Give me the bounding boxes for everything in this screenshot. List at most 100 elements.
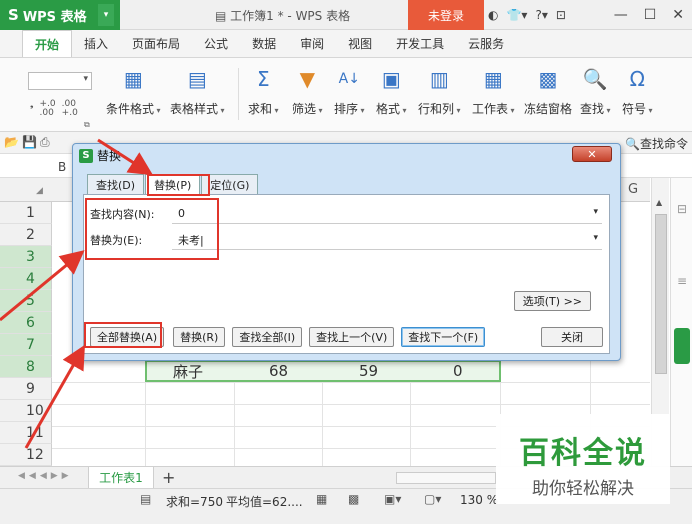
panel-icon[interactable]: ⊟ bbox=[677, 202, 687, 216]
freeze-panes-button[interactable]: ▩ 冻结窗格 bbox=[524, 66, 572, 117]
cell-name[interactable]: 麻子 bbox=[173, 361, 203, 382]
scroll-thumb[interactable] bbox=[655, 214, 667, 374]
row-header[interactable]: 5 bbox=[0, 290, 52, 312]
page-break-view-icon[interactable]: ▩ bbox=[348, 492, 359, 506]
dialog-close-button[interactable]: ✕ bbox=[572, 146, 612, 162]
row-header[interactable]: 7 bbox=[0, 334, 52, 356]
freeze-icon: ▩ bbox=[538, 67, 558, 91]
sort-button[interactable]: A↓ 排序 bbox=[334, 66, 365, 117]
worksheet-button[interactable]: ▦ 工作表 bbox=[472, 66, 515, 117]
panel-icon[interactable]: ≡ bbox=[677, 274, 687, 288]
find-input[interactable]: 0 bbox=[172, 204, 602, 224]
find-previous-button[interactable]: 查找上一个(V) bbox=[309, 327, 395, 347]
cell-value[interactable]: 59 bbox=[359, 362, 378, 380]
macro-icon[interactable]: ▤ bbox=[140, 492, 151, 506]
tab-home[interactable]: 开始 bbox=[22, 30, 73, 57]
sum-icon: Σ bbox=[256, 67, 270, 91]
worksheet-icon: ▦ bbox=[483, 67, 503, 91]
login-button[interactable]: 未登录 bbox=[408, 0, 484, 30]
percent-icon[interactable]: ❟ bbox=[30, 100, 34, 118]
table-style-button[interactable]: ▤ 表格样式 bbox=[170, 66, 225, 117]
tab-goto[interactable]: 定位(G) bbox=[201, 174, 259, 194]
table-style-icon: ▤ bbox=[187, 67, 207, 91]
select-all-icon[interactable]: ◢ bbox=[36, 186, 43, 196]
tab-view[interactable]: 视图 bbox=[336, 30, 384, 57]
row-header[interactable]: 1 bbox=[0, 202, 52, 224]
sheet-nav-icons[interactable]: ◀◀◀▶▶ bbox=[18, 471, 73, 481]
zoom-level[interactable]: 130 % bbox=[460, 493, 498, 507]
row-header[interactable]: 9 bbox=[0, 378, 52, 400]
skin-icon[interactable]: ◐ bbox=[488, 8, 498, 22]
tab-developer[interactable]: 开发工具 bbox=[384, 30, 456, 57]
tab-find[interactable]: 查找(D) bbox=[87, 174, 145, 194]
ribbon-expander-icon[interactable]: ⧉ bbox=[84, 120, 90, 130]
column-g[interactable]: G bbox=[628, 182, 638, 197]
side-panel-bar: ⊟ ≡ bbox=[670, 178, 692, 466]
find-button[interactable]: 🔍 查找 bbox=[580, 66, 611, 117]
fullscreen-icon[interactable]: ⊡ bbox=[556, 8, 566, 22]
shirt-icon[interactable]: 👕▾ bbox=[506, 8, 527, 22]
font-size-select[interactable] bbox=[28, 72, 92, 90]
increase-decimal-button[interactable]: +.0 .00 bbox=[40, 100, 56, 118]
maximize-icon[interactable]: ☐ bbox=[644, 7, 657, 23]
watermark-subtitle: 助你轻松解决 bbox=[532, 479, 634, 499]
find-command[interactable]: 🔍查找命令 bbox=[625, 135, 688, 152]
row-header[interactable]: 11 bbox=[0, 422, 52, 444]
minimize-icon[interactable]: — bbox=[614, 7, 628, 23]
format-button[interactable]: ▣ 格式 bbox=[376, 66, 407, 117]
tab-formula[interactable]: 公式 bbox=[192, 30, 240, 57]
replace-input[interactable]: 未考| bbox=[172, 230, 602, 250]
table-row[interactable]: 麻子 68 59 0 bbox=[145, 360, 501, 382]
layout-view-icon[interactable]: ▣▾ bbox=[384, 492, 401, 506]
conditional-format-button[interactable]: ▦ 条件格式 bbox=[106, 66, 161, 117]
options-button[interactable]: 选项(T) >> bbox=[513, 291, 591, 311]
horizontal-scrollbar[interactable] bbox=[396, 472, 496, 484]
row-header[interactable]: 2 bbox=[0, 224, 52, 246]
app-name: WPS 表格 bbox=[22, 9, 87, 25]
conditional-format-icon: ▦ bbox=[123, 67, 143, 91]
tab-data[interactable]: 数据 bbox=[240, 30, 288, 57]
tab-page-layout[interactable]: 页面布局 bbox=[120, 30, 192, 57]
save-icon[interactable]: 💾 bbox=[22, 135, 37, 149]
row-header[interactable]: 12 bbox=[0, 444, 52, 466]
normal-view-icon[interactable]: ▦ bbox=[316, 492, 327, 506]
replace-button[interactable]: 替换(R) bbox=[173, 327, 226, 347]
row-header[interactable]: 3 bbox=[0, 246, 52, 268]
row-header[interactable]: 8 bbox=[0, 356, 52, 378]
row-header[interactable]: 10 bbox=[0, 400, 52, 422]
document-title: ▤ 工作簿1 * - WPS 表格 bbox=[215, 9, 351, 23]
sum-button[interactable]: Σ 求和 bbox=[248, 66, 279, 117]
open-folder-icon[interactable]: 📂 bbox=[4, 135, 19, 149]
row-header[interactable]: 6 bbox=[0, 312, 52, 334]
side-panel-toggle[interactable] bbox=[674, 328, 690, 364]
cell-value[interactable]: 68 bbox=[269, 362, 288, 380]
reading-view-icon[interactable]: ▢▾ bbox=[424, 492, 441, 506]
decrease-decimal-button[interactable]: .00 +.0 bbox=[62, 100, 78, 118]
tab-review[interactable]: 审阅 bbox=[288, 30, 336, 57]
tab-cloud[interactable]: 云服务 bbox=[456, 30, 516, 57]
print-icon[interactable]: ⎙ bbox=[40, 135, 50, 150]
symbol-button[interactable]: Ω 符号 bbox=[622, 66, 653, 117]
chevron-down-icon[interactable]: ▾ bbox=[98, 4, 114, 26]
sheet-tab[interactable]: 工作表1 bbox=[88, 467, 154, 489]
close-icon[interactable]: ✕ bbox=[672, 7, 684, 23]
row-col-icon: ▥ bbox=[429, 67, 449, 91]
format-icon: ▣ bbox=[381, 67, 401, 91]
find-label: 查找内容(N): bbox=[90, 208, 155, 221]
find-all-button[interactable]: 查找全部(I) bbox=[232, 327, 303, 347]
replace-label: 替换为(E): bbox=[90, 234, 143, 247]
row-col-button[interactable]: ▥ 行和列 bbox=[418, 66, 461, 117]
scroll-up-icon[interactable]: ▲ bbox=[656, 198, 662, 207]
close-button[interactable]: 关闭 bbox=[541, 327, 603, 347]
add-sheet-button[interactable]: + bbox=[162, 468, 175, 487]
cell-value[interactable]: 0 bbox=[453, 362, 463, 380]
filter-button[interactable]: ▼ 筛选 bbox=[292, 66, 323, 117]
replace-all-button[interactable]: 全部替换(A) bbox=[90, 327, 165, 347]
app-menu-button[interactable]: S WPS 表格 ▾ bbox=[0, 0, 120, 30]
watermark-title: 百科全说 bbox=[519, 436, 647, 471]
tab-insert[interactable]: 插入 bbox=[72, 30, 120, 57]
find-next-button[interactable]: 查找下一个(F) bbox=[401, 327, 486, 347]
help-icon[interactable]: ?▾ bbox=[535, 8, 547, 22]
row-header[interactable]: 4 bbox=[0, 268, 52, 290]
tab-replace[interactable]: 替换(P) bbox=[145, 174, 201, 195]
